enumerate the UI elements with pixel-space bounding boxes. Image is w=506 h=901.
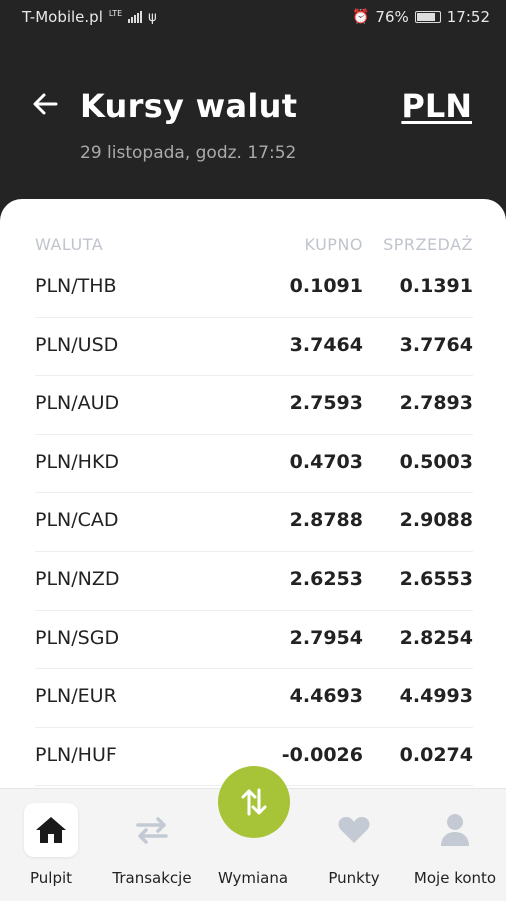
- sell-rate: 0.0274: [399, 743, 473, 766]
- sell-rate: 2.7893: [399, 392, 473, 415]
- currency-pair: PLN/SGD: [35, 626, 120, 649]
- table-row[interactable]: PLN/THB 0.1091 0.1391: [35, 259, 473, 318]
- sell-rate: 2.9088: [399, 509, 473, 532]
- clock: 17:52: [446, 8, 490, 26]
- currency-pair: PLN/EUR: [35, 685, 117, 708]
- column-buy: KUPNO: [304, 235, 363, 254]
- carrier-name: T-Mobile.pl: [22, 8, 103, 26]
- sell-rate: 2.6553: [399, 567, 473, 590]
- buy-rate: 4.4693: [289, 685, 363, 708]
- battery-icon: [414, 11, 441, 23]
- sell-rate: 2.8254: [399, 626, 473, 649]
- transfer-arrows-icon: [125, 803, 179, 857]
- battery-percent: 76%: [375, 8, 409, 26]
- currency-pair: PLN/HUF: [35, 743, 117, 766]
- buy-rate: -0.0026: [281, 743, 363, 766]
- user-icon: [428, 803, 482, 857]
- home-icon: [24, 803, 78, 857]
- nav-item-punkty[interactable]: Punkty: [304, 789, 404, 901]
- table-row[interactable]: PLN/CAD 2.8788 2.9088: [35, 493, 473, 552]
- sell-rate: 0.1391: [399, 275, 473, 297]
- buy-rate: 0.1091: [289, 275, 363, 297]
- table-header: WALUTA KUPNO SPRZEDAŻ: [35, 235, 473, 259]
- currency-pair: PLN/USD: [35, 333, 119, 356]
- header: Kursy walut PLN 29 listopada, godz. 17:5…: [0, 36, 506, 206]
- alarm-icon: ⏰: [351, 9, 370, 25]
- table-row[interactable]: PLN/NZD 2.6253 2.6553: [35, 552, 473, 611]
- table-row[interactable]: PLN/AUD 2.7593 2.7893: [35, 376, 473, 435]
- buy-rate: 0.4703: [289, 450, 363, 473]
- currency-pair: PLN/THB: [35, 275, 117, 297]
- status-bar: T-Mobile.pl LTE ψ ⏰ 76% 17:52: [0, 0, 506, 36]
- usb-icon: ψ: [148, 9, 157, 25]
- currency-pair: PLN/NZD: [35, 567, 120, 590]
- nav-label: Punkty: [328, 869, 380, 887]
- exchange-button[interactable]: [218, 766, 290, 838]
- back-arrow-icon[interactable]: [32, 92, 58, 116]
- nav-item-pulpit[interactable]: Pulpit: [1, 789, 101, 901]
- table-row[interactable]: PLN/HKD 0.4703 0.5003: [35, 435, 473, 494]
- table-row[interactable]: PLN/USD 3.7464 3.7764: [35, 318, 473, 377]
- nav-label: Wymiana: [217, 869, 289, 887]
- table-row[interactable]: PLN/EUR 4.4693 4.4993: [35, 669, 473, 728]
- currency-pair: PLN/CAD: [35, 509, 119, 532]
- nav-label: Moje konto: [413, 869, 497, 887]
- column-sell: SPRZEDAŻ: [383, 235, 473, 254]
- sell-rate: 4.4993: [399, 685, 473, 708]
- signal-icon: [128, 11, 143, 23]
- table-row[interactable]: PLN/SGD 2.7954 2.8254: [35, 611, 473, 670]
- heart-icon: [327, 803, 381, 857]
- nav-item-transakcje[interactable]: Transakcje: [102, 789, 202, 901]
- rates-list: PLN/THB 0.1091 0.1391 PLN/USD 3.7464 3.7…: [35, 259, 473, 787]
- exchange-icon: [241, 788, 267, 816]
- currency-pair: PLN/AUD: [35, 392, 120, 415]
- currency-selector[interactable]: PLN: [401, 87, 472, 125]
- buy-rate: 2.6253: [289, 567, 363, 590]
- buy-rate: 3.7464: [289, 333, 363, 356]
- sell-rate: 3.7764: [399, 333, 473, 356]
- rates-timestamp: 29 listopada, godz. 17:52: [80, 143, 297, 163]
- column-currency: WALUTA: [35, 235, 104, 254]
- nav-label: Pulpit: [29, 869, 73, 887]
- page-title: Kursy walut: [80, 87, 298, 125]
- currency-pair: PLN/HKD: [35, 450, 120, 473]
- buy-rate: 2.8788: [289, 509, 363, 532]
- network-label: LTE: [108, 9, 123, 18]
- buy-rate: 2.7954: [289, 626, 363, 649]
- buy-rate: 2.7593: [289, 392, 363, 415]
- nav-item-moje-konto[interactable]: Moje konto: [405, 789, 505, 901]
- nav-label: Transakcje: [112, 869, 192, 887]
- sell-rate: 0.5003: [399, 450, 473, 473]
